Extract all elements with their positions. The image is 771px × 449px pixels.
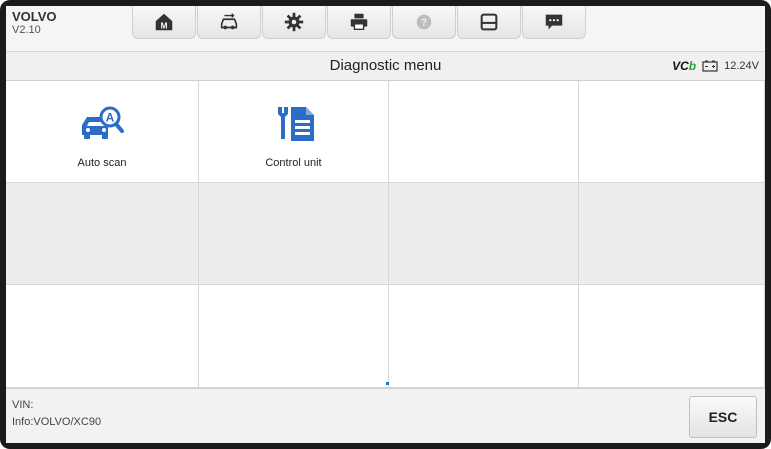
software-version: V2.10 xyxy=(12,24,41,37)
esc-button[interactable]: ESC xyxy=(689,396,757,438)
title-bar: Diagnostic menu VCb 12.24V xyxy=(6,52,765,81)
message-button[interactable] xyxy=(522,6,586,39)
vehicle-info: VIN: Info:VOLVO/XC90 xyxy=(12,397,101,430)
vci-logo-text: VC xyxy=(672,59,689,73)
menu-item-label: Control unit xyxy=(265,157,322,169)
home-button[interactable]: M xyxy=(132,6,196,39)
empty-cell xyxy=(199,285,389,388)
top-toolbar: VOLVO V2.10 M ? xyxy=(6,6,765,52)
help-icon: ? xyxy=(416,14,432,30)
empty-cell xyxy=(6,183,199,285)
help-button[interactable]: ? xyxy=(392,6,456,39)
vin-label: VIN: xyxy=(12,399,34,411)
footer-bar: VIN: Info:VOLVO/XC90 ESC xyxy=(6,388,765,443)
menu-item-label: Auto scan xyxy=(77,157,127,169)
svg-text:?: ? xyxy=(421,18,427,29)
menu-item-auto-scan[interactable]: A Auto scan xyxy=(6,81,199,183)
vehicle-swap-icon xyxy=(220,13,238,30)
device-frame: VOLVO V2.10 M ? Diagnostic menu VCb 12.2… xyxy=(0,0,771,449)
page-indicator-dot xyxy=(386,382,389,385)
empty-cell xyxy=(579,183,765,285)
battery-icon xyxy=(702,60,718,72)
screen: VOLVO V2.10 M ? Diagnostic menu VCb 12.2… xyxy=(6,6,765,443)
menu-item-control-unit[interactable]: Control unit xyxy=(199,81,389,183)
home-icon: M xyxy=(155,13,173,30)
empty-cell xyxy=(389,81,579,183)
settings-icon xyxy=(284,12,304,32)
empty-cell xyxy=(6,285,199,388)
vci-logo-accent: b xyxy=(688,59,697,73)
diagnostic-menu-grid: A Auto scan Control unit xyxy=(6,81,765,388)
settings-button[interactable] xyxy=(262,6,326,39)
svg-text:A: A xyxy=(106,111,115,125)
save-icon xyxy=(480,13,498,31)
print-icon xyxy=(350,13,368,31)
battery-voltage: 12.24V xyxy=(724,60,759,72)
vci-logo: VCb xyxy=(672,59,696,73)
vci-status: VCb 12.24V xyxy=(672,52,759,80)
empty-cell xyxy=(389,285,579,388)
message-icon xyxy=(545,14,563,30)
wrench-document-icon xyxy=(277,107,314,141)
vehicle-swap-button[interactable] xyxy=(197,6,261,39)
page-title: Diagnostic menu xyxy=(329,57,442,74)
brand-name: VOLVO xyxy=(12,9,57,24)
svg-text:M: M xyxy=(161,21,168,30)
empty-cell xyxy=(579,81,765,183)
brand-block: VOLVO V2.10 xyxy=(12,9,57,37)
vehicle-info-text: Info:VOLVO/XC90 xyxy=(12,415,102,428)
car-auto-scan-icon: A xyxy=(82,106,124,139)
print-button[interactable] xyxy=(327,6,391,39)
empty-cell xyxy=(579,285,765,388)
empty-cell xyxy=(389,183,579,285)
empty-cell xyxy=(199,183,389,285)
save-button[interactable] xyxy=(457,6,521,39)
